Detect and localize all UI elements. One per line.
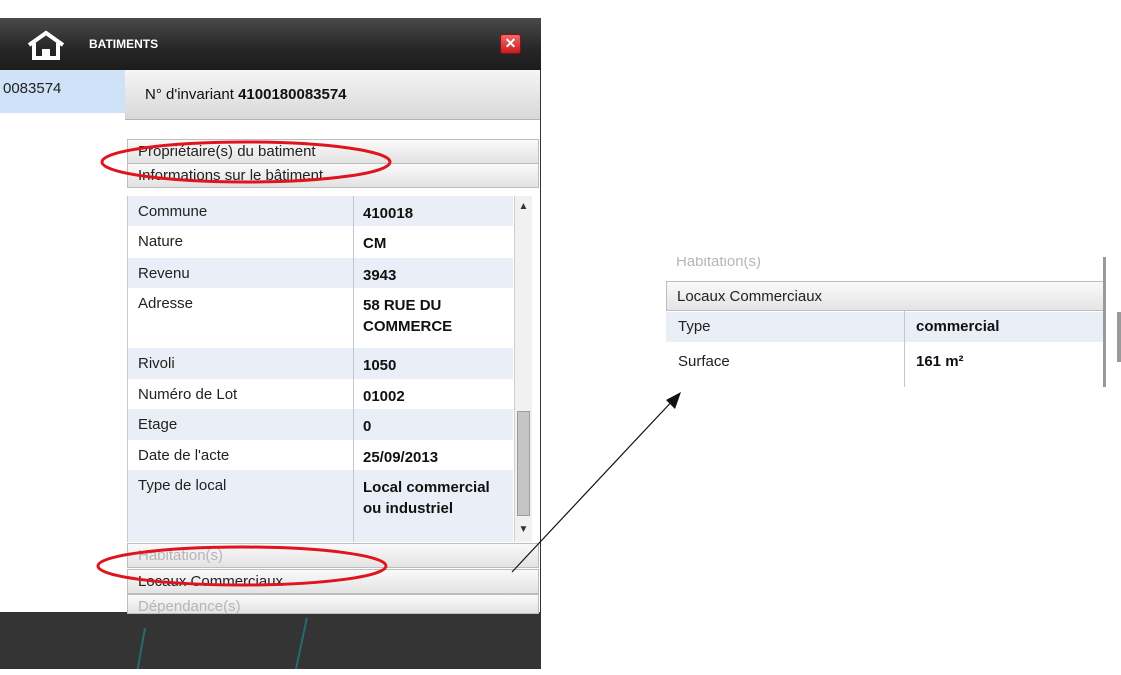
table-row: Type de local Local commercial ou indust… bbox=[128, 470, 513, 542]
row-label: Numéro de Lot bbox=[138, 386, 238, 403]
row-value: 161 m² bbox=[916, 353, 964, 370]
row-label: Commune bbox=[138, 203, 208, 220]
row-label: Revenu bbox=[138, 265, 190, 282]
building-info-table: Commune 410018 Nature CM Revenu 3943 Adr… bbox=[127, 196, 540, 542]
annotation-arrow-head bbox=[666, 392, 681, 409]
column-divider bbox=[904, 311, 905, 387]
row-label: Nature bbox=[138, 233, 184, 250]
row-label: Type bbox=[678, 318, 711, 335]
row-value: 01002 bbox=[363, 388, 405, 405]
table-row: Numéro de Lot 01002 bbox=[128, 379, 513, 409]
list-item-selected[interactable]: 0083574 bbox=[0, 70, 125, 113]
scroll-down-icon[interactable]: ▼ bbox=[516, 521, 531, 538]
table-row: Revenu 3943 bbox=[128, 258, 513, 288]
accordion-dependance[interactable]: Dépendance(s) bbox=[127, 594, 539, 615]
column-divider bbox=[353, 196, 354, 542]
zoomed-commercial-section: Habitation(s) Locaux Commerciaux Type co… bbox=[666, 257, 1121, 387]
row-label: Etage bbox=[138, 416, 178, 433]
row-label: Adresse bbox=[138, 295, 194, 312]
row-value: 25/09/2013 bbox=[363, 449, 439, 466]
scroll-up-icon[interactable]: ▲ bbox=[516, 198, 531, 215]
inset-cut-label: Habitation(s) bbox=[676, 257, 762, 270]
table-row: Nature CM bbox=[128, 226, 513, 258]
row-value: 410018 bbox=[363, 205, 414, 222]
invariant-header: N° d'invariant 4100180083574 bbox=[125, 70, 540, 120]
row-label: Rivoli bbox=[138, 355, 175, 372]
inset-right-border bbox=[1117, 312, 1121, 362]
batiments-window: BATIMENTS ✕ 0083574 N° d'invariant 41001… bbox=[0, 18, 541, 669]
invariant-label: N° d'invariant 4100180083574 bbox=[145, 86, 347, 103]
row-value: commercial bbox=[916, 318, 1000, 335]
window-titlebar: BATIMENTS ✕ bbox=[0, 18, 541, 70]
scrollbar-thumb[interactable] bbox=[517, 411, 530, 516]
row-value: 1050 bbox=[363, 357, 397, 374]
row-label: Type de local bbox=[138, 477, 227, 494]
table-row: Date de l'acte 25/09/2013 bbox=[128, 440, 513, 470]
table-scrollbar[interactable]: ▲ ▼ bbox=[514, 196, 532, 542]
inset-right-border bbox=[1103, 257, 1106, 387]
row-value: 58 RUE DU COMMERCE bbox=[363, 297, 453, 335]
building-id-list: 0083574 bbox=[0, 70, 125, 612]
accordion-commercial[interactable]: Locaux Commerciaux bbox=[127, 569, 539, 594]
inset-accordion-commercial[interactable]: Locaux Commerciaux bbox=[666, 281, 1104, 311]
invariant-value: 4100180083574 bbox=[238, 86, 347, 103]
table-row: Adresse 58 RUE DU COMMERCE bbox=[128, 288, 513, 348]
row-label: Date de l'acte bbox=[138, 447, 230, 464]
building-detail-panel: N° d'invariant 4100180083574 Propriétair… bbox=[125, 70, 540, 615]
table-row: Etage 0 bbox=[128, 409, 513, 440]
table-row: Type commercial bbox=[666, 312, 1104, 342]
row-value: Local commercial ou industriel bbox=[363, 479, 490, 517]
accordion-owners[interactable]: Propriétaire(s) du batiment bbox=[127, 139, 539, 164]
background-streak bbox=[136, 628, 146, 669]
background-streak bbox=[294, 618, 308, 669]
row-value: 3943 bbox=[363, 267, 397, 284]
accordion-building-info[interactable]: Informations sur le bâtiment bbox=[127, 163, 539, 188]
accordion-habitation[interactable]: Habitation(s) bbox=[127, 543, 539, 568]
window-title: BATIMENTS bbox=[89, 37, 159, 51]
row-value: CM bbox=[363, 235, 387, 252]
home-icon[interactable] bbox=[24, 30, 68, 60]
table-row: Surface 161 m² bbox=[666, 347, 1104, 377]
table-row: Rivoli 1050 bbox=[128, 348, 513, 379]
close-icon[interactable]: ✕ bbox=[500, 34, 521, 54]
row-value: 0 bbox=[363, 418, 372, 435]
table-row: Commune 410018 bbox=[128, 196, 513, 226]
row-label: Surface bbox=[678, 353, 730, 370]
